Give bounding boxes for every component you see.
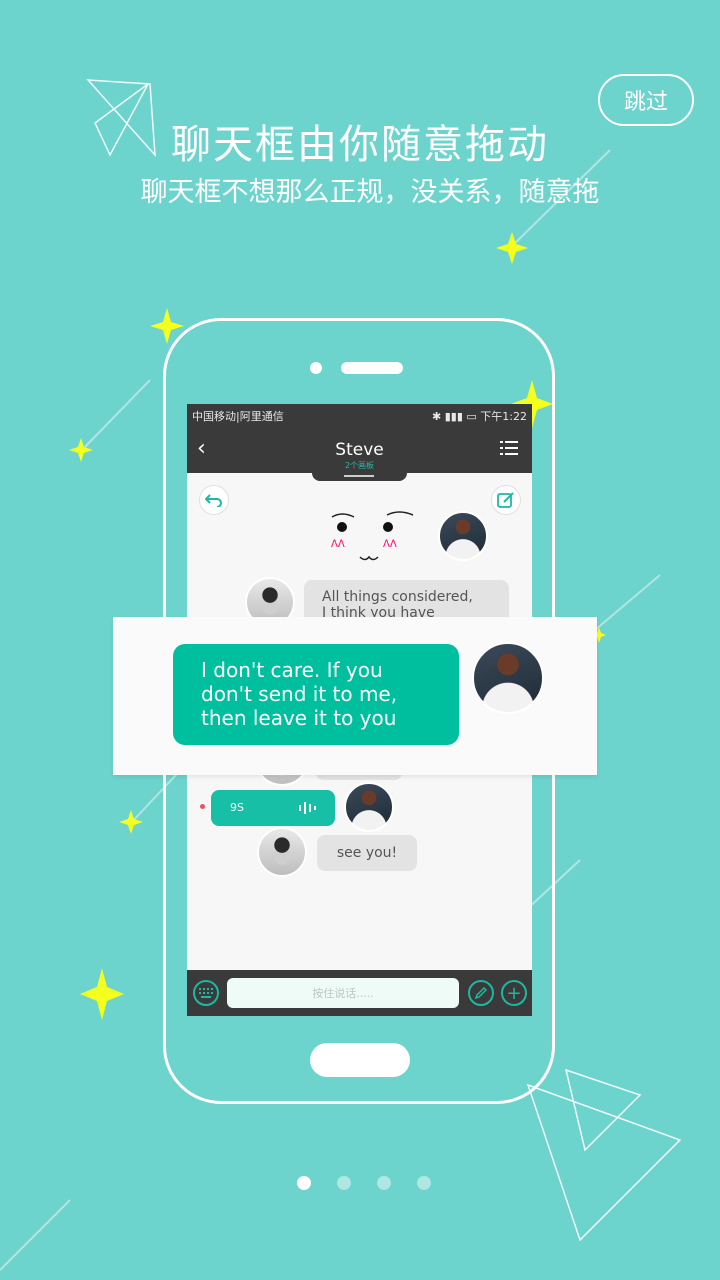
- status-icons: ✱ ▮▮▮ ▭ 下午1:22: [432, 408, 527, 424]
- undo-icon: [205, 494, 222, 507]
- phone-speaker: [341, 362, 403, 374]
- avatar[interactable]: [344, 782, 394, 832]
- phone-camera-dot: [310, 362, 322, 374]
- phone-home-button: [310, 1043, 410, 1077]
- hold-to-talk-input[interactable]: 按住说话.....: [227, 978, 459, 1008]
- voice-duration: 9S: [230, 801, 244, 814]
- overlay-line: then leave it to you: [201, 706, 397, 730]
- avatar[interactable]: [257, 827, 307, 877]
- page-title: 聊天框由你随意拖动: [171, 122, 549, 168]
- pencil-glyph: [474, 986, 488, 1000]
- pager-dot[interactable]: [337, 1176, 351, 1190]
- unread-dot: [200, 804, 205, 809]
- keyboard-glyph: [199, 988, 213, 998]
- clock-label: 下午1:22: [480, 410, 527, 423]
- carrier-label: 中国移动|阿里通信: [192, 410, 284, 423]
- pencil-icon[interactable]: [468, 980, 494, 1006]
- overlay-message-bubble: I don't care. If you don't send it to me…: [173, 644, 459, 745]
- chat-header: ‹ Steve 2个画板: [187, 426, 532, 473]
- voice-message[interactable]: 9S: [211, 790, 335, 826]
- drawer-handle-line: [344, 475, 374, 477]
- status-bar: 中国移动|阿里通信 ✱ ▮▮▮ ▭ 下午1:22: [187, 404, 532, 426]
- pager-dot[interactable]: [417, 1176, 431, 1190]
- list-icon[interactable]: [500, 440, 518, 456]
- svg-text:ᐱᐱ: ᐱᐱ: [383, 539, 397, 550]
- onboarding-screen: 跳过 聊天框由你随意拖动 聊天框不想那么正规，没关系，随意拖 中国移动|阿里通信…: [0, 0, 720, 1280]
- keyboard-icon[interactable]: [193, 980, 219, 1006]
- message-bubble: see you!: [317, 835, 417, 871]
- page-subtitle: 聊天框不想那么正规，没关系，随意拖: [140, 177, 600, 208]
- overlay-line: I don't care. If you: [201, 658, 383, 682]
- undo-button[interactable]: [199, 485, 229, 515]
- pager-dot[interactable]: [377, 1176, 391, 1190]
- cartoon-face-sticker: ᐱᐱ ᐱᐱ: [331, 511, 414, 561]
- status-icon-group: ✱ ▮▮▮ ▭: [432, 410, 481, 423]
- message-text: see you!: [336, 845, 398, 861]
- draggable-chat-card[interactable]: I don't care. If you don't send it to me…: [113, 617, 597, 775]
- message-line: All things considered,: [322, 589, 473, 605]
- edit-button[interactable]: [491, 485, 521, 515]
- svg-text:ᐱᐱ: ᐱᐱ: [331, 539, 345, 550]
- chat-subtitle: 2个画板: [344, 461, 375, 470]
- pager-dot-active[interactable]: [297, 1176, 311, 1190]
- plus-icon[interactable]: +: [501, 980, 527, 1006]
- overlay-line: don't send it to me,: [201, 682, 398, 706]
- avatar[interactable]: [472, 642, 544, 714]
- input-bar: 按住说话..... +: [187, 970, 532, 1016]
- chat-title: Steve: [335, 440, 384, 460]
- avatar[interactable]: [438, 511, 488, 561]
- edit-icon: [497, 492, 514, 508]
- sound-wave-icon: [299, 802, 316, 814]
